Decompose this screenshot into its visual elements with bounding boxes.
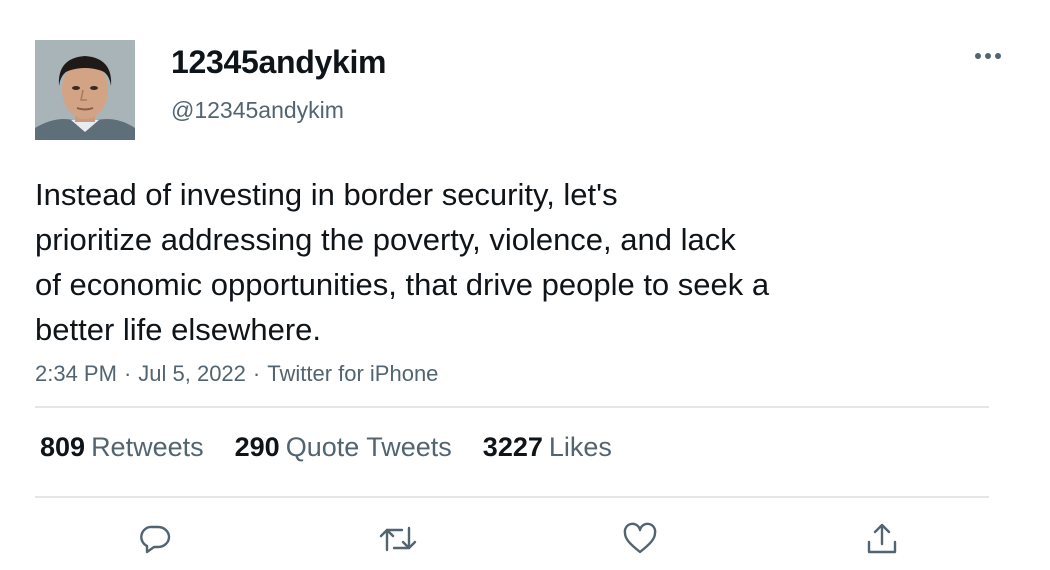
quote-tweets-count: 290: [234, 432, 280, 462]
share-icon: [867, 523, 897, 554]
share-button[interactable]: [862, 519, 902, 559]
tweet-source[interactable]: Twitter for iPhone: [267, 361, 438, 386]
divider: [35, 406, 989, 408]
like-button[interactable]: [620, 519, 660, 559]
tweet-text-line: better life elsewhere.: [35, 312, 322, 347]
retweets-stat[interactable]: 809 Retweets: [40, 432, 204, 463]
engagement-stats: 809 Retweets 290 Quote Tweets 3227 Likes: [40, 432, 643, 463]
author-display-name[interactable]: 12345andykim: [171, 44, 387, 81]
retweets-label: Retweets: [91, 432, 204, 462]
retweets-count: 809: [40, 432, 86, 462]
avatar[interactable]: [35, 40, 135, 140]
quote-tweets-stat[interactable]: 290 Quote Tweets: [235, 432, 452, 463]
reply-button[interactable]: [135, 519, 175, 559]
tweet-metadata: 2:34 PM · Jul 5, 2022 · Twitter for iPhone: [35, 361, 438, 387]
retweet-icon: [379, 526, 417, 552]
quote-tweets-label: Quote Tweets: [285, 432, 452, 462]
like-icon: [623, 522, 657, 554]
likes-stat[interactable]: 3227 Likes: [483, 432, 612, 463]
more-options-button[interactable]: [970, 42, 1006, 70]
reply-icon: [140, 525, 171, 554]
tweet-text: Instead of investing in border security,…: [35, 172, 915, 352]
tweet-text-line: of economic opportunities, that drive pe…: [35, 267, 770, 302]
retweet-button[interactable]: [378, 519, 418, 559]
meta-separator: ·: [123, 361, 132, 386]
meta-separator: ·: [252, 361, 261, 386]
author-handle[interactable]: @12345andykim: [171, 97, 344, 124]
tweet-date[interactable]: Jul 5, 2022: [138, 361, 246, 386]
divider: [35, 496, 989, 498]
likes-label: Likes: [548, 432, 612, 462]
likes-count: 3227: [482, 432, 543, 462]
tweet-text-line: prioritize addressing the poverty, viole…: [35, 222, 736, 257]
tweet-time[interactable]: 2:34 PM: [35, 361, 117, 386]
more-dots-icon: [975, 53, 1001, 59]
tweet-text-line: Instead of investing in border security,…: [35, 177, 618, 212]
